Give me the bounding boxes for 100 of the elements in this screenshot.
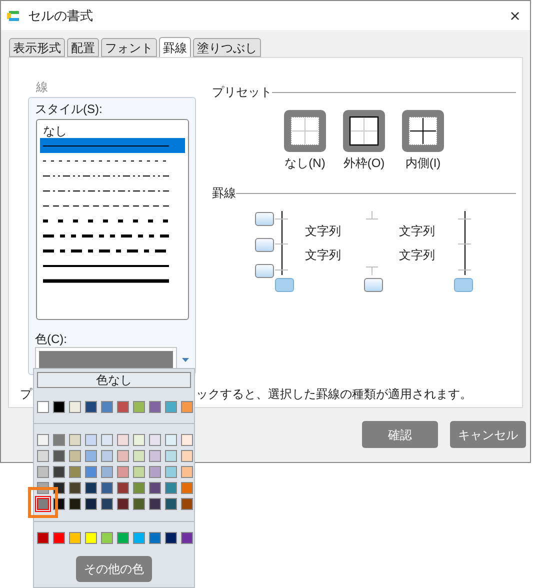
color-swatch[interactable] bbox=[69, 450, 81, 462]
color-swatch[interactable] bbox=[181, 532, 193, 544]
color-swatch[interactable] bbox=[181, 450, 193, 462]
tab[interactable]: 表示形式 bbox=[9, 38, 65, 57]
color-swatch[interactable] bbox=[37, 532, 49, 544]
border-toggle-button[interactable] bbox=[275, 278, 294, 292]
close-button[interactable]: × bbox=[506, 6, 524, 24]
color-swatch[interactable] bbox=[69, 466, 81, 478]
line-style-list[interactable]: なし bbox=[36, 119, 189, 320]
color-swatch[interactable] bbox=[165, 482, 177, 494]
color-swatch[interactable] bbox=[181, 482, 193, 494]
border-toggle-button[interactable] bbox=[255, 212, 274, 226]
more-colors-button[interactable]: その他の色 bbox=[76, 556, 152, 582]
color-swatch[interactable] bbox=[133, 450, 145, 462]
line-sample-icon bbox=[43, 248, 169, 252]
highlight-frame bbox=[28, 487, 58, 518]
color-swatch[interactable] bbox=[69, 401, 81, 413]
color-swatch[interactable] bbox=[85, 482, 97, 494]
color-swatch[interactable] bbox=[69, 532, 81, 544]
preset-button[interactable] bbox=[343, 110, 385, 152]
color-swatch[interactable] bbox=[53, 401, 65, 413]
color-swatch[interactable] bbox=[149, 450, 161, 462]
color-swatch[interactable] bbox=[69, 434, 81, 446]
tab[interactable]: フォント bbox=[101, 38, 157, 57]
border-toggle-button[interactable] bbox=[255, 264, 274, 278]
color-swatch[interactable] bbox=[101, 401, 113, 413]
no-color-button[interactable]: 色なし bbox=[37, 372, 191, 388]
hint-text: プ bbox=[20, 387, 32, 401]
color-swatch[interactable] bbox=[85, 401, 97, 413]
color-swatch[interactable] bbox=[101, 450, 113, 462]
color-swatch[interactable] bbox=[101, 532, 113, 544]
color-swatch[interactable] bbox=[133, 466, 145, 478]
color-swatch[interactable] bbox=[117, 434, 129, 446]
color-swatch[interactable] bbox=[133, 532, 145, 544]
style-option[interactable]: なし bbox=[40, 123, 185, 138]
section-title: プリセット bbox=[212, 84, 272, 101]
color-swatch[interactable] bbox=[85, 434, 97, 446]
preset-button[interactable] bbox=[402, 110, 444, 152]
color-swatch[interactable] bbox=[133, 482, 145, 494]
color-label: 色(C): bbox=[35, 332, 68, 346]
line-sample-icon bbox=[43, 234, 169, 238]
color-swatch[interactable] bbox=[101, 482, 113, 494]
color-swatch[interactable] bbox=[149, 434, 161, 446]
color-swatch[interactable] bbox=[149, 482, 161, 494]
color-swatch[interactable] bbox=[37, 498, 49, 510]
color-swatch[interactable] bbox=[181, 466, 193, 478]
border-toggle-button[interactable] bbox=[454, 278, 473, 292]
color-swatch[interactable] bbox=[165, 466, 177, 478]
border-toggle-button[interactable] bbox=[255, 238, 274, 252]
color-swatch[interactable] bbox=[117, 450, 129, 462]
color-swatch[interactable] bbox=[37, 466, 49, 478]
line-sample-icon bbox=[43, 188, 169, 192]
color-swatch[interactable] bbox=[37, 434, 49, 446]
color-swatch[interactable] bbox=[117, 532, 129, 544]
color-swatch[interactable] bbox=[149, 532, 161, 544]
color-swatch[interactable] bbox=[117, 482, 129, 494]
color-swatch[interactable] bbox=[181, 401, 193, 413]
group-title: 線 bbox=[36, 80, 49, 94]
color-swatch[interactable] bbox=[149, 401, 161, 413]
color-swatch[interactable] bbox=[85, 498, 97, 510]
tab[interactable]: 配置 bbox=[67, 38, 99, 57]
color-swatch[interactable] bbox=[53, 532, 65, 544]
sample-text: 文字列 bbox=[305, 224, 341, 238]
color-swatch[interactable] bbox=[133, 498, 145, 510]
color-swatch[interactable] bbox=[85, 466, 97, 478]
color-swatch[interactable] bbox=[117, 401, 129, 413]
color-swatch[interactable] bbox=[165, 450, 177, 462]
color-swatch[interactable] bbox=[101, 498, 113, 510]
color-swatch[interactable] bbox=[117, 498, 129, 510]
color-swatch[interactable] bbox=[37, 450, 49, 462]
color-swatch[interactable] bbox=[53, 434, 65, 446]
dialog-button[interactable]: キャンセル bbox=[450, 421, 526, 448]
color-swatch[interactable] bbox=[69, 482, 81, 494]
color-swatch[interactable] bbox=[85, 532, 97, 544]
line-sample-icon bbox=[43, 158, 169, 162]
color-swatch[interactable] bbox=[101, 434, 113, 446]
color-swatch[interactable] bbox=[165, 434, 177, 446]
color-swatch[interactable] bbox=[53, 450, 65, 462]
dialog-button[interactable]: 確認 bbox=[362, 421, 438, 448]
border-toggle-button[interactable] bbox=[364, 278, 383, 292]
color-swatch[interactable] bbox=[85, 450, 97, 462]
color-swatch[interactable] bbox=[165, 498, 177, 510]
color-swatch[interactable] bbox=[69, 498, 81, 510]
color-swatch[interactable] bbox=[149, 498, 161, 510]
tab[interactable]: 塗りつぶし bbox=[193, 38, 261, 57]
color-swatch[interactable] bbox=[181, 498, 193, 510]
color-swatch[interactable] bbox=[133, 401, 145, 413]
border-guide-drawing bbox=[365, 211, 379, 275]
sample-text: 文字列 bbox=[399, 224, 435, 238]
color-swatch[interactable] bbox=[117, 466, 129, 478]
color-swatch[interactable] bbox=[165, 532, 177, 544]
color-swatch[interactable] bbox=[53, 466, 65, 478]
color-swatch[interactable] bbox=[133, 434, 145, 446]
color-swatch[interactable] bbox=[101, 466, 113, 478]
color-swatch[interactable] bbox=[165, 401, 177, 413]
color-swatch[interactable] bbox=[181, 434, 193, 446]
dropdown-arrow-icon[interactable] bbox=[182, 358, 189, 362]
color-swatch[interactable] bbox=[149, 466, 161, 478]
color-swatch[interactable] bbox=[37, 401, 49, 413]
tab[interactable]: 罫線 bbox=[159, 37, 191, 57]
